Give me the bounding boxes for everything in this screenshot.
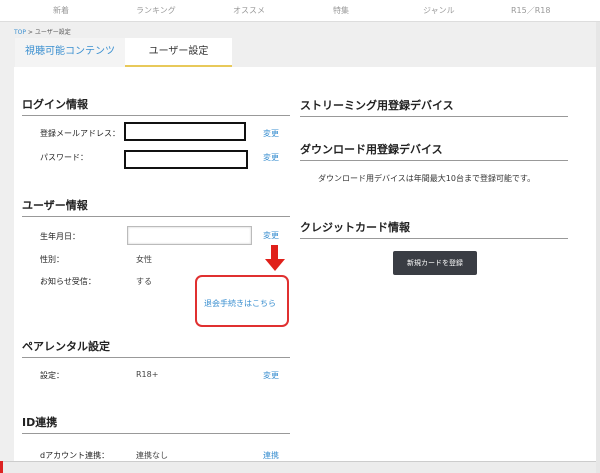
nav-r15-r18[interactable]: R15／R18: [511, 5, 550, 16]
birthdate-label: 生年月日：: [40, 232, 80, 241]
nav-new[interactable]: 新着: [53, 5, 69, 16]
notification-value: する: [136, 277, 152, 286]
nav-ranking[interactable]: ランキング: [136, 5, 176, 16]
change-parental-link[interactable]: 変更: [263, 370, 279, 381]
email-label: 登録メールアドレス：: [40, 129, 120, 138]
parental-setting-value: R18+: [136, 370, 159, 379]
gender-label: 性別：: [40, 255, 64, 264]
d-account-value: 連携なし: [136, 451, 168, 460]
parental-section-title: ペアレンタル設定: [22, 338, 290, 358]
email-field[interactable]: [124, 122, 246, 141]
scrollbar[interactable]: [596, 22, 600, 473]
password-field[interactable]: [124, 150, 248, 169]
password-label: パスワード：: [40, 153, 88, 162]
withdraw-link[interactable]: 退会手続きはこちら: [204, 298, 276, 309]
login-section-title: ログイン情報: [22, 96, 290, 116]
nav-recommend[interactable]: オススメ: [233, 5, 265, 16]
change-password-link[interactable]: 変更: [263, 152, 279, 163]
credit-card-title: クレジットカード情報: [300, 219, 568, 239]
streaming-devices-title: ストリーミング用登録デバイス: [300, 97, 568, 117]
bottom-edge-marker: [0, 461, 3, 473]
breadcrumb-current: ユーザー設定: [34, 29, 71, 36]
nav-feature[interactable]: 特集: [333, 5, 349, 16]
red-arrow-icon: [271, 245, 278, 260]
download-devices-note: ダウンロード用デバイスは年間最大10台まで登録可能です。: [318, 174, 536, 183]
red-arrow-head-icon: [265, 259, 285, 271]
register-card-button[interactable]: 新規カードを登録: [393, 251, 477, 275]
breadcrumb-separator: >: [26, 29, 35, 36]
parental-setting-label: 設定：: [40, 371, 64, 380]
change-email-link[interactable]: 変更: [263, 128, 279, 139]
notification-label: お知らせ受信：: [40, 277, 96, 286]
nav-genre[interactable]: ジャンル: [423, 5, 455, 16]
download-devices-title: ダウンロード用登録デバイス: [300, 141, 568, 161]
id-link-section-title: ID連携: [22, 414, 290, 434]
bottom-bar: [0, 461, 596, 473]
user-info-section-title: ユーザー情報: [22, 197, 290, 217]
d-account-link[interactable]: 連携: [263, 450, 279, 461]
breadcrumb-top-link[interactable]: TOP: [14, 29, 26, 36]
birthdate-field[interactable]: [127, 226, 252, 245]
settings-panel: [14, 67, 596, 467]
gender-value: 女性: [136, 255, 152, 264]
breadcrumb: TOP > ユーザー設定: [14, 27, 71, 36]
tab-viewable-contents[interactable]: 視聴可能コンテンツ: [15, 38, 125, 67]
d-account-label: dアカウント連携：: [40, 451, 110, 460]
tab-user-settings[interactable]: ユーザー設定: [125, 38, 232, 67]
top-nav: 新着 ランキング オススメ 特集 ジャンル R15／R18: [0, 0, 600, 22]
change-user-info-link[interactable]: 変更: [263, 230, 279, 241]
